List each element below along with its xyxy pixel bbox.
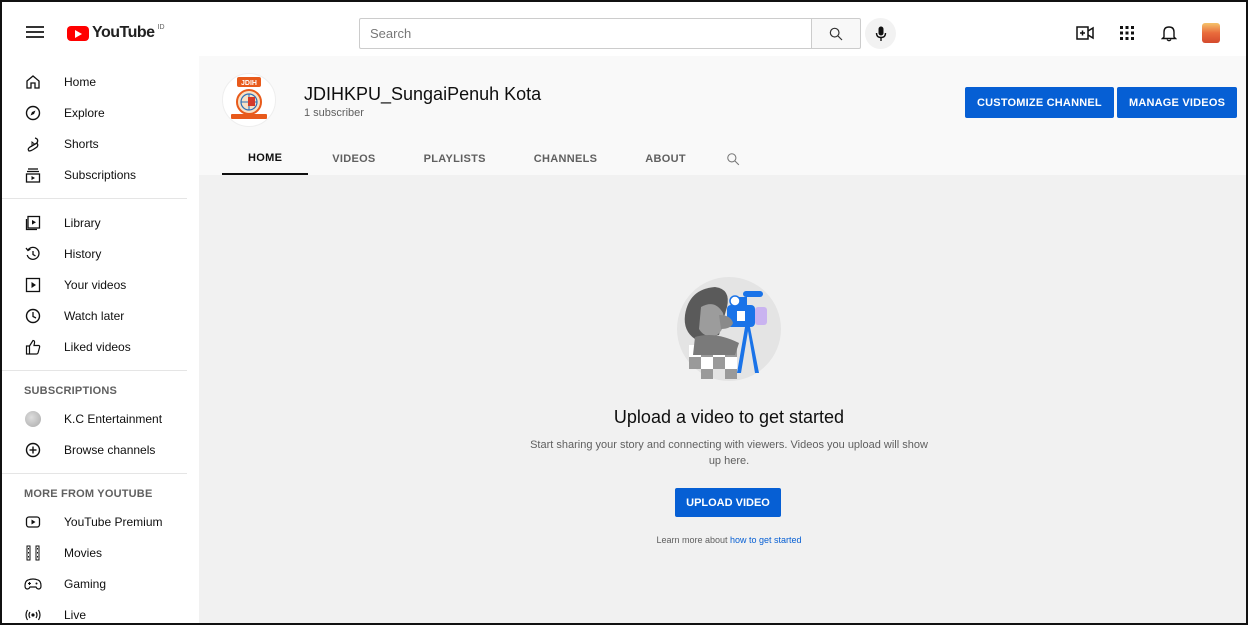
sidebar-item-library[interactable]: Library: [2, 207, 199, 238]
empty-state-description: Start sharing your story and connecting …: [530, 439, 928, 467]
sidebar-item-label: History: [64, 246, 102, 261]
microphone-icon: [875, 26, 886, 41]
sidebar-item-label: Gaming: [64, 576, 107, 591]
sidebar-item-label: Live: [64, 607, 87, 622]
learn-more-prefix: Learn more about: [656, 535, 730, 545]
sidebar-item-label: Explore: [64, 105, 105, 120]
subscriptions-heading: SUBSCRIPTIONS: [24, 385, 118, 397]
your-videos-icon: [24, 276, 42, 294]
channel-avatar: [24, 410, 42, 428]
subscriber-count: 1 subscriber: [304, 107, 364, 119]
sidebar: Home Explore Shorts Subscriptions Librar…: [2, 56, 199, 624]
search-icon: [727, 152, 740, 165]
bell-icon: [1161, 26, 1177, 42]
learn-more-text: Learn more about how to get started: [199, 535, 1246, 545]
tab-videos[interactable]: VIDEOS: [308, 142, 399, 175]
sidebar-divider: [2, 473, 187, 474]
sidebar-item-label: Browse channels: [64, 442, 156, 457]
channel-search-button[interactable]: [710, 142, 756, 175]
sidebar-item-shorts[interactable]: Shorts: [2, 128, 199, 159]
youtube-window: YouTube ID Search Home Explore Shorts Su…: [0, 0, 1248, 625]
channel-name: JDIHKPU_SungaiPenuh Kota: [304, 84, 542, 104]
thumbs-up-icon: [24, 338, 42, 356]
apps-grid-icon: [1120, 26, 1134, 40]
empty-state-title: Upload a video to get started: [613, 407, 845, 427]
video-camera-illustration: [677, 277, 781, 381]
menu-icon[interactable]: [26, 26, 44, 38]
tab-about[interactable]: ABOUT: [621, 142, 710, 175]
upload-video-button[interactable]: UPLOAD VIDEO: [675, 488, 781, 517]
search-input[interactable]: [359, 18, 811, 49]
home-icon: [24, 73, 42, 91]
sidebar-item-history[interactable]: History: [2, 238, 199, 269]
create-video-button[interactable]: [1070, 18, 1100, 48]
sidebar-item-label: Liked videos: [64, 339, 131, 354]
sidebar-item-your-videos[interactable]: Your videos: [2, 269, 199, 300]
channel-tabs: HOME VIDEOS PLAYLISTS CHANNELS ABOUT: [222, 142, 756, 175]
tab-channels[interactable]: CHANNELS: [510, 142, 622, 175]
channel-avatar[interactable]: JDIH: [222, 73, 276, 127]
shorts-icon: [24, 135, 42, 153]
movies-icon: [24, 544, 42, 562]
top-right-icons: [1070, 18, 1226, 48]
channel-header: JDIH JDIHKPU_SungaiPenuh Kota 1 subscrib…: [199, 56, 1246, 175]
sidebar-item-watch-later[interactable]: Watch later: [2, 300, 199, 331]
top-bar: YouTube ID: [2, 2, 1246, 56]
account-avatar-button[interactable]: [1196, 18, 1226, 48]
sidebar-item-label: Watch later: [64, 308, 125, 323]
sidebar-item-label: Library: [64, 215, 101, 230]
tab-home[interactable]: HOME: [222, 142, 309, 175]
sidebar-item-label: K.C Entertainment: [64, 411, 163, 426]
sidebar-item-live[interactable]: Live: [2, 599, 199, 624]
clock-icon: [24, 307, 42, 325]
sidebar-item-youtube-premium[interactable]: YouTube Premium: [2, 506, 199, 537]
sidebar-item-subscriptions[interactable]: Subscriptions: [2, 159, 199, 190]
how-to-get-started-link[interactable]: how to get started: [730, 535, 802, 545]
plus-circle-icon: [24, 441, 42, 459]
sidebar-item-label: Your videos: [64, 277, 127, 292]
search-bar: [359, 18, 861, 49]
sidebar-item-label: Subscriptions: [64, 167, 137, 182]
customize-channel-button[interactable]: CUSTOMIZE CHANNEL: [965, 87, 1114, 118]
sidebar-item-label: YouTube Premium: [64, 514, 163, 529]
sidebar-divider: [2, 370, 187, 371]
logo-text: YouTube: [92, 24, 155, 41]
youtube-logo[interactable]: YouTube ID: [67, 24, 165, 42]
manage-videos-button[interactable]: MANAGE VIDEOS: [1117, 87, 1238, 118]
sidebar-item-label: Movies: [64, 545, 103, 560]
sidebar-divider: [2, 198, 187, 199]
apps-button[interactable]: [1112, 18, 1142, 48]
sidebar-item-home[interactable]: Home: [2, 66, 199, 97]
notifications-button[interactable]: [1154, 18, 1184, 48]
youtube-premium-icon: [24, 513, 42, 531]
sidebar-item-liked-videos[interactable]: Liked videos: [2, 331, 199, 362]
avatar-text: JDIH: [241, 80, 257, 87]
gaming-icon: [24, 575, 42, 593]
voice-search-button[interactable]: [865, 18, 896, 49]
sidebar-item-explore[interactable]: Explore: [2, 97, 199, 128]
avatar: [1202, 23, 1220, 43]
more-from-youtube-heading: MORE FROM YOUTUBE: [24, 488, 153, 500]
sidebar-item-browse-channels[interactable]: Browse channels: [2, 434, 199, 465]
sidebar-item-kc-entertainment[interactable]: K.C Entertainment: [2, 403, 199, 434]
history-icon: [24, 245, 42, 263]
sidebar-item-gaming[interactable]: Gaming: [2, 568, 199, 599]
create-icon: [1076, 26, 1094, 40]
channel-content: Upload a video to get started Start shar…: [199, 175, 1246, 623]
sidebar-item-label: Shorts: [64, 136, 99, 151]
youtube-play-icon: [67, 25, 89, 41]
search-icon: [829, 27, 843, 40]
library-icon: [24, 214, 42, 232]
subscriptions-icon: [24, 166, 42, 184]
sidebar-item-movies[interactable]: Movies: [2, 537, 199, 568]
region-code: ID: [157, 23, 165, 31]
sidebar-item-label: Home: [64, 74, 97, 89]
compass-icon: [24, 104, 42, 122]
live-icon: [24, 606, 42, 624]
tab-playlists[interactable]: PLAYLISTS: [400, 142, 510, 175]
channel-logo-icon: JDIH: [231, 77, 267, 119]
search-button[interactable]: [811, 18, 861, 49]
